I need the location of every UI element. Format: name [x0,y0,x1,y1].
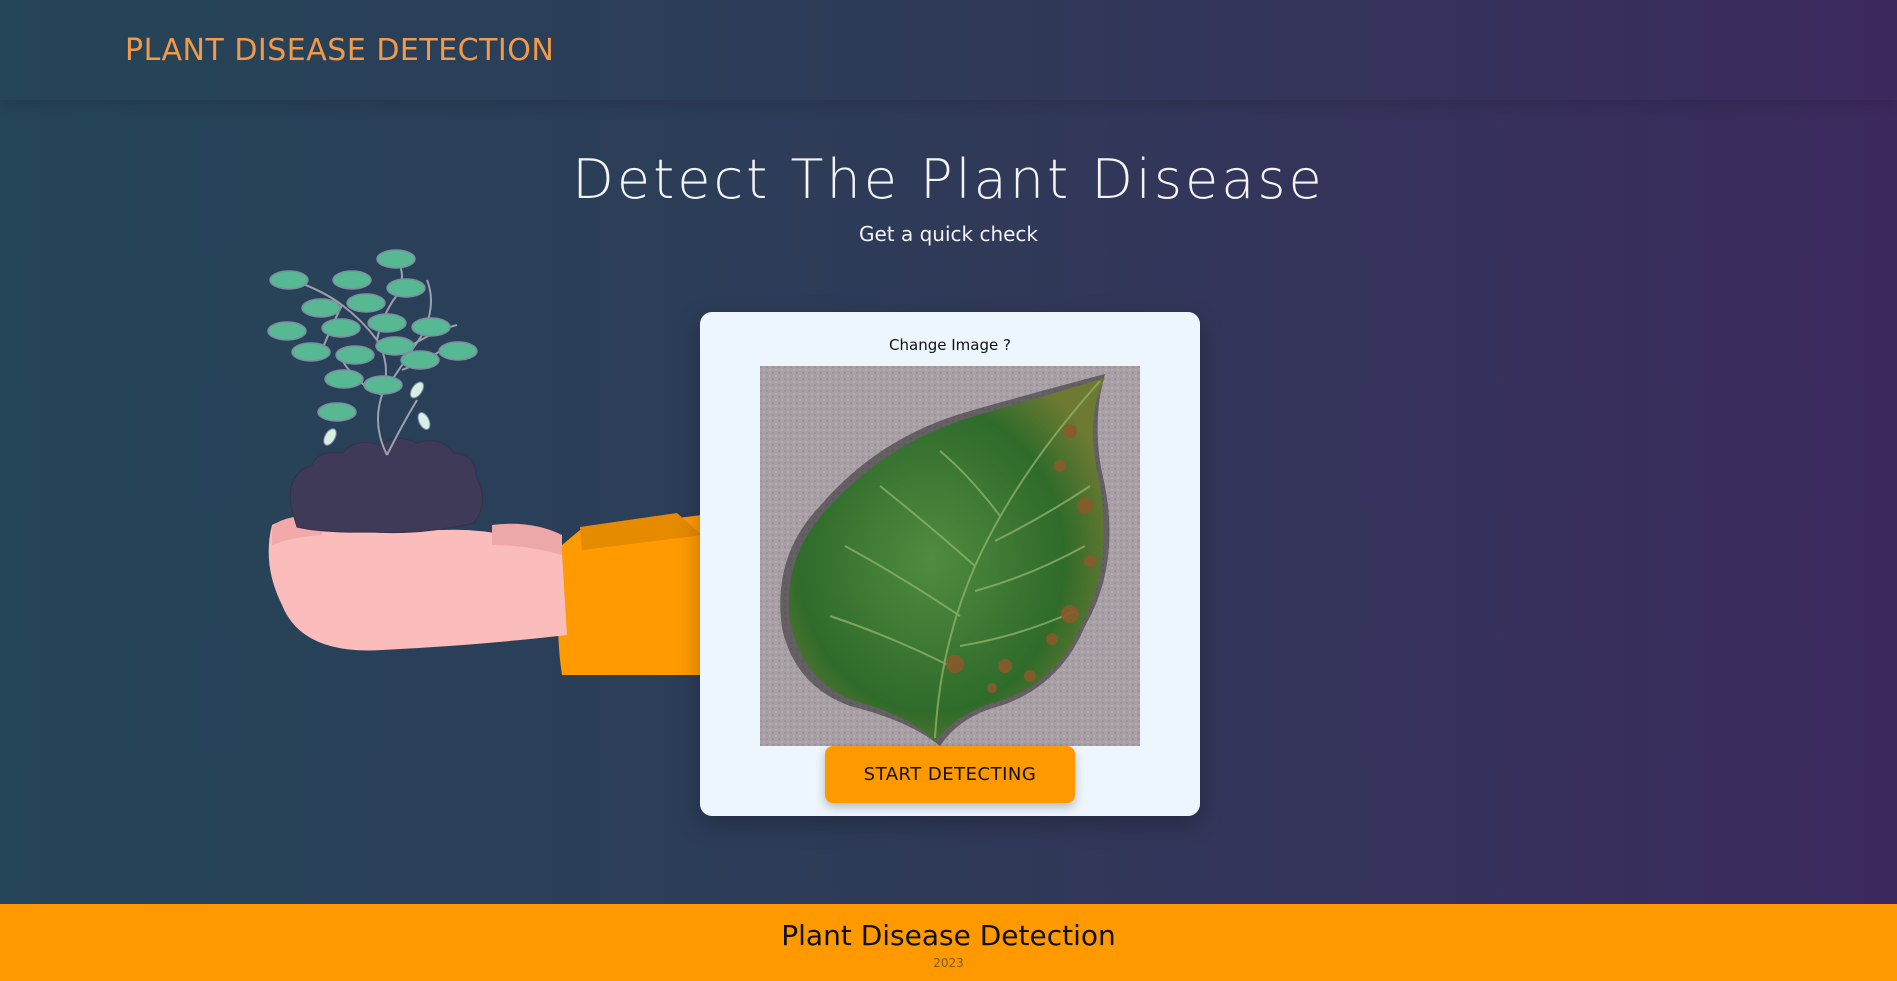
footer: Plant Disease Detection 2023 [0,904,1897,981]
hand-holding-plant-illustration [262,245,712,685]
upload-card: Change Image ? START DETECTING [700,312,1200,816]
start-detecting-button[interactable]: START DETECTING [825,746,1075,803]
footer-title: Plant Disease Detection [781,919,1116,952]
footer-year: 2023 [933,956,964,970]
diseased-leaf-image [760,366,1140,746]
change-image-link[interactable]: Change Image ? [700,336,1200,354]
brand-logo-text[interactable]: PLANT DISEASE DETECTION [125,33,554,68]
page-subtitle: Get a quick check [858,222,1039,246]
page-title: Detect The Plant Disease [572,148,1325,211]
navbar: PLANT DISEASE DETECTION [0,0,1897,100]
